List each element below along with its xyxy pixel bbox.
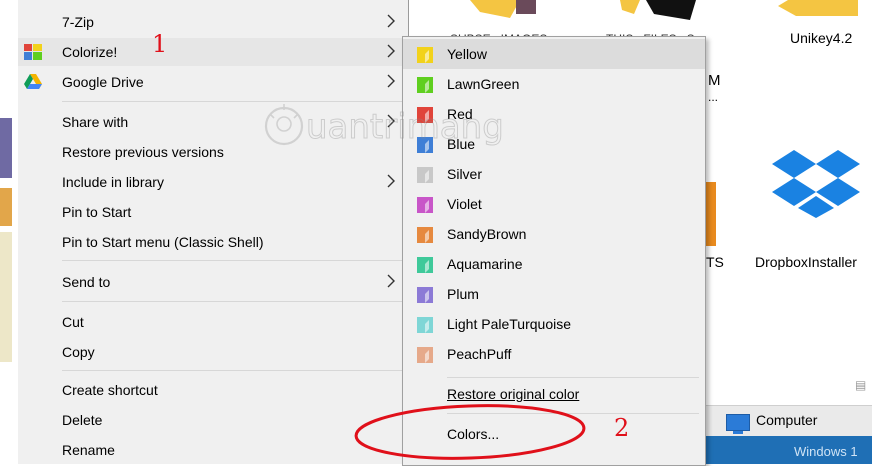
menu-item-pin-to-start[interactable]: Pin to Start	[18, 198, 408, 226]
context-menu: 7-Zip Colorize! Google Drive Share with …	[18, 0, 409, 464]
folder-color-icon	[417, 47, 433, 63]
chevron-right-icon	[387, 44, 395, 58]
menu-item-include-in-library[interactable]: Include in library	[18, 168, 408, 196]
menu-item-label: Colorize!	[62, 44, 118, 60]
menu-item-label: LawnGreen	[447, 76, 520, 92]
chevron-right-icon	[387, 114, 395, 128]
folder-color-icon	[417, 347, 433, 363]
menu-item-color[interactable]: Red	[403, 99, 705, 129]
menu-item-color[interactable]: Violet	[403, 189, 705, 219]
menu-item-copy[interactable]: Copy	[18, 338, 408, 366]
menu-item-label: Copy	[62, 344, 95, 360]
background-band	[0, 188, 12, 226]
folder-color-icon	[417, 257, 433, 273]
menu-item-label: Create shortcut	[62, 382, 158, 398]
background-band	[0, 118, 12, 178]
folder-color-icon	[417, 227, 433, 243]
menu-item-color[interactable]: Silver	[403, 159, 705, 189]
menu-separator	[62, 101, 402, 102]
folder-color-icon	[417, 317, 433, 333]
menu-item-label: Share with	[62, 114, 129, 130]
menu-item-label: Restore previous versions	[62, 144, 224, 160]
folder-icon[interactable]	[778, 0, 858, 22]
drive-icon: ▤	[855, 378, 867, 392]
folder-color-icon	[417, 167, 433, 183]
menu-item-pin-to-start-classic-shell[interactable]: Pin to Start menu (Classic Shell)	[18, 228, 408, 256]
annotation-step-2: 2	[614, 414, 630, 442]
menu-item-create-shortcut[interactable]: Create shortcut	[18, 376, 408, 404]
menu-item-7zip[interactable]: 7-Zip	[18, 8, 408, 36]
menu-item-label: Cut	[62, 314, 84, 330]
dropbox-icon[interactable]	[772, 148, 860, 218]
desktop-item-label[interactable]: DropboxInstaller	[755, 254, 857, 270]
menu-item-label: Pin to Start	[62, 204, 132, 220]
folder-color-icon	[417, 77, 433, 93]
menu-item-label: 7-Zip	[62, 14, 94, 30]
menu-item-restore-previous-versions[interactable]: Restore previous versions	[18, 138, 408, 166]
desktop-item-label[interactable]: Unikey4.2	[790, 30, 852, 46]
menu-item-google-drive[interactable]: Google Drive	[18, 68, 408, 96]
taskbar-computer-label: Computer	[756, 412, 818, 428]
menu-item-label: Light PaleTurquoise	[447, 316, 572, 332]
folder-color-icon	[417, 137, 433, 153]
folder-icon[interactable]	[620, 0, 700, 22]
chevron-right-icon	[387, 74, 395, 88]
menu-item-share-with[interactable]: Share with	[18, 108, 408, 136]
menu-item-label: Violet	[447, 196, 482, 212]
desktop-item-label[interactable]: ...	[708, 90, 718, 104]
menu-item-delete[interactable]: Delete	[18, 406, 408, 434]
folder-color-icon	[417, 197, 433, 213]
colorize-icon	[24, 44, 42, 60]
menu-item-color[interactable]: Plum	[403, 279, 705, 309]
menu-item-color[interactable]: PeachPuff	[403, 339, 705, 369]
menu-item-cut[interactable]: Cut	[18, 308, 408, 336]
menu-separator	[62, 260, 402, 261]
menu-item-label: Red	[447, 106, 473, 122]
folder-color-icon	[417, 287, 433, 303]
menu-item-label: Google Drive	[62, 74, 144, 90]
menu-item-label: Send to	[62, 274, 111, 290]
menu-item-label: Plum	[447, 286, 479, 302]
chevron-right-icon	[387, 274, 395, 288]
folder-icon[interactable]	[470, 0, 540, 22]
menu-item-color[interactable]: Yellow	[403, 39, 705, 69]
windows-banner: Windows 1	[706, 436, 872, 464]
menu-item-label: Rename	[62, 442, 115, 458]
menu-item-label: Pin to Start menu (Classic Shell)	[62, 234, 264, 250]
menu-item-label: Silver	[447, 166, 483, 182]
google-drive-icon	[24, 74, 42, 89]
annotation-step-1: 1	[152, 30, 168, 58]
menu-item-color[interactable]: Aquamarine	[403, 249, 705, 279]
computer-icon	[726, 414, 750, 434]
menu-item-label: SandyBrown	[447, 226, 527, 242]
menu-item-color[interactable]: Light PaleTurquoise	[403, 309, 705, 339]
menu-separator	[62, 301, 402, 302]
menu-item-color[interactable]: LawnGreen	[403, 69, 705, 99]
chevron-right-icon	[387, 174, 395, 188]
menu-item-color[interactable]: Blue	[403, 129, 705, 159]
menu-item-colorize[interactable]: Colorize!	[18, 38, 408, 66]
desktop-item-label[interactable]: M	[708, 72, 721, 89]
menu-separator	[62, 370, 402, 371]
menu-item-label: PeachPuff	[447, 346, 512, 362]
taskbar-computer-item[interactable]: Computer	[706, 405, 872, 436]
menu-separator	[447, 377, 699, 378]
menu-item-color[interactable]: SandyBrown	[403, 219, 705, 249]
menu-item-label: Blue	[447, 136, 476, 152]
folder-color-icon	[417, 107, 433, 123]
background-band	[0, 232, 12, 362]
menu-item-send-to[interactable]: Send to	[18, 268, 408, 296]
desktop-item-label[interactable]: TS	[706, 254, 724, 270]
menu-item-label: Yellow	[447, 46, 487, 62]
windows-banner-text: Windows 1	[794, 444, 858, 459]
menu-item-label: Include in library	[62, 174, 164, 190]
chevron-right-icon	[387, 14, 395, 28]
annotation-highlight-oval	[354, 404, 586, 460]
menu-item-label: Aquamarine	[447, 256, 523, 272]
menu-item-label: Delete	[62, 412, 103, 428]
menu-item-rename[interactable]: Rename	[18, 436, 408, 464]
background-window-strip	[0, 0, 12, 464]
